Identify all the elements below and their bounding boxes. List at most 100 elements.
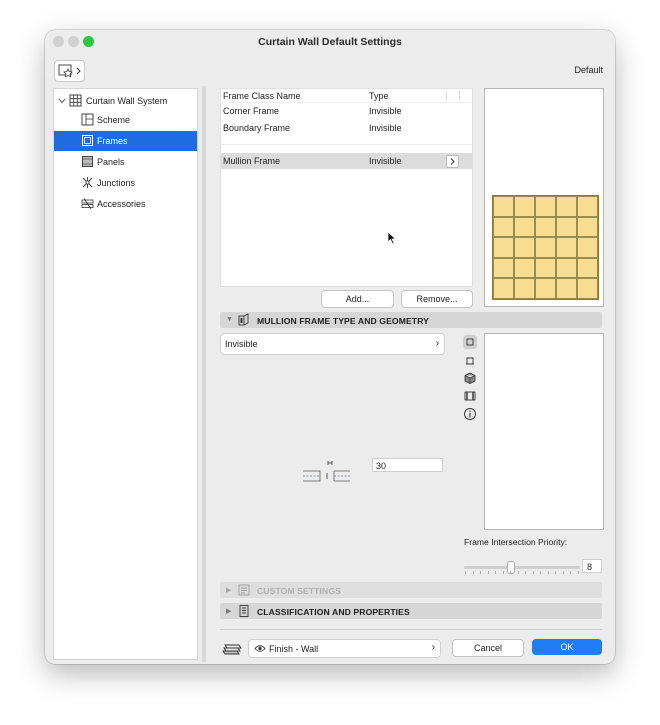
square-view-icon (466, 338, 474, 346)
slider-tick (532, 571, 534, 574)
slider-tick (480, 571, 481, 574)
slider-tick (502, 571, 504, 574)
priority-label: Frame Intersection Priority: (464, 537, 568, 547)
title-bar: Curtain Wall Default Settings (45, 30, 615, 52)
view-mode-plan-button[interactable] (463, 335, 477, 349)
frame-name-cell: Corner Frame (223, 106, 280, 116)
sidebar-item-label: Accessories (97, 199, 146, 209)
table-row[interactable]: Mullion Frame Invisible (221, 153, 472, 169)
row-detail-button[interactable] (446, 155, 459, 168)
slider-tick (510, 571, 511, 574)
slider-tick (540, 571, 541, 574)
ok-button[interactable]: OK (532, 639, 602, 655)
mullion-frame-icon (238, 313, 249, 326)
priority-slider-thumb[interactable] (507, 561, 516, 574)
priority-value[interactable]: 8 (582, 559, 602, 573)
sidebar-item-label: Scheme (97, 115, 131, 125)
remove-frame-button[interactable]: Remove... (401, 290, 473, 308)
info-button[interactable] (463, 407, 477, 421)
view-mode-section-button[interactable] (463, 353, 477, 367)
section-title: MULLION FRAME TYPE AND GEOMETRY (257, 316, 429, 326)
splitter[interactable] (202, 86, 206, 662)
sidebar-item-accessories[interactable]: Accessories (54, 194, 197, 214)
chevron-right-icon: › (431, 642, 435, 653)
default-label: Default (574, 65, 603, 75)
junctions-icon (82, 177, 93, 188)
table-row[interactable]: Corner Frame Invisible (221, 103, 472, 120)
frame-name-cell: Mullion Frame (223, 156, 281, 166)
custom-settings-section-header: ▶ CUSTOM SETTINGS (220, 582, 602, 598)
slider-tick (495, 571, 496, 574)
disclosure-collapsed-icon: ▶ (226, 587, 232, 594)
mullion-preview (484, 333, 604, 530)
mouse-pointer-icon (387, 231, 397, 245)
slider-tick (577, 571, 579, 574)
section-title: CUSTOM SETTINGS (257, 586, 341, 596)
classification-section-header[interactable]: ▶ CLASSIFICATION AND PROPERTIES (220, 603, 602, 619)
tree-root-label: Curtain Wall System (86, 96, 168, 106)
settings-dialog: Curtain Wall Default Settings Default Cu… (45, 30, 615, 664)
mullion-type-value: Invisible (225, 339, 258, 349)
sidebar-item-frames[interactable]: Frames (54, 131, 197, 151)
panel-grid (492, 195, 599, 300)
mullion-width-diagram-icon (303, 461, 350, 482)
eye-icon (254, 645, 266, 652)
classification-icon (239, 605, 249, 617)
mullion-section-header[interactable]: ▼ MULLION FRAME TYPE AND GEOMETRY (220, 312, 602, 328)
frames-table: Frame Class Name Type Corner Frame Invis… (220, 88, 473, 287)
slider-tick (547, 571, 549, 574)
scheme-icon (81, 113, 94, 126)
cancel-button[interactable]: Cancel (452, 639, 524, 657)
curtain-wall-icon (69, 94, 82, 107)
column-header-type[interactable]: Type (369, 91, 389, 101)
settings-tree: Curtain Wall System Scheme Frames Panels… (53, 88, 198, 660)
slider-tick (465, 571, 466, 574)
slider-tick (525, 571, 526, 574)
panels-icon (82, 156, 93, 167)
favorites-button[interactable] (54, 60, 85, 82)
elevation-view-icon (464, 391, 476, 401)
cube-3d-icon (464, 372, 476, 384)
slider-tick (517, 571, 519, 574)
frame-name-cell: Boundary Frame (223, 123, 291, 133)
slider-tick (472, 571, 474, 574)
chevron-right-icon: › (435, 338, 439, 349)
priority-slider[interactable] (464, 566, 580, 569)
sidebar-item-label: Panels (97, 157, 125, 167)
column-header-name[interactable]: Frame Class Name (223, 91, 301, 101)
favorites-star-icon (58, 64, 81, 78)
section-title: CLASSIFICATION AND PROPERTIES (257, 607, 410, 617)
slider-tick (570, 571, 571, 574)
view-mode-elevation-button[interactable] (463, 389, 477, 403)
section-view-icon (466, 357, 474, 365)
window-title: Curtain Wall Default Settings (258, 36, 402, 48)
frame-type-cell: Invisible (369, 123, 402, 133)
sidebar-item-label: Junctions (97, 178, 136, 188)
tree-root-curtain-wall-system[interactable]: Curtain Wall System (54, 92, 197, 108)
sidebar-item-label: Frames (97, 136, 128, 146)
chevron-down-icon[interactable] (58, 98, 66, 104)
chevron-right-icon (450, 158, 455, 165)
slider-tick (555, 571, 556, 574)
sidebar-item-scheme[interactable]: Scheme (54, 110, 197, 130)
layers-icon (222, 644, 242, 655)
mullion-width-input[interactable]: 30 (372, 458, 443, 472)
layer-dropdown[interactable]: Finish - Wall › (248, 639, 441, 658)
slider-tick (562, 571, 564, 574)
frame-type-cell: Invisible (369, 156, 402, 166)
sidebar-item-junctions[interactable]: Junctions (54, 173, 197, 193)
table-row[interactable]: Boundary Frame Invisible (221, 120, 472, 137)
slider-tick (487, 571, 489, 574)
mullion-type-dropdown[interactable]: Invisible › (220, 333, 445, 355)
layer-value: Finish - Wall (269, 644, 319, 654)
frame-type-cell: Invisible (369, 106, 402, 116)
disclosure-collapsed-icon: ▶ (226, 608, 232, 615)
footer-divider (220, 629, 602, 630)
frames-icon (82, 135, 93, 146)
accessories-icon (81, 198, 94, 210)
custom-settings-icon (238, 584, 250, 596)
disclosure-expanded-icon: ▼ (226, 316, 233, 323)
view-mode-3d-button[interactable] (463, 371, 477, 385)
sidebar-item-panels[interactable]: Panels (54, 152, 197, 172)
add-frame-button[interactable]: Add... (321, 290, 394, 308)
